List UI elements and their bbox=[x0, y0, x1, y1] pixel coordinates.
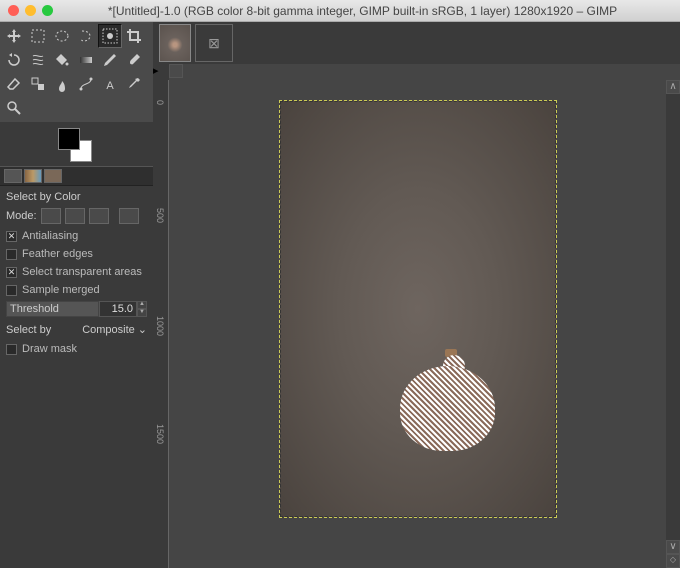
free-select-tool[interactable] bbox=[74, 24, 98, 48]
merged-checkbox[interactable] bbox=[6, 285, 17, 296]
right-scrollbar-area: ∧ ∨ ◇ bbox=[666, 80, 680, 568]
color-picker-tool[interactable] bbox=[122, 72, 146, 96]
tool-options-panel: Select by Color Mode: ✕ Antialiasing Fea… bbox=[0, 186, 153, 361]
nav-preview-button[interactable]: ◇ bbox=[666, 554, 680, 568]
select-by-label: Select by bbox=[6, 324, 51, 336]
crop-tool[interactable] bbox=[122, 24, 146, 48]
maximize-window-button[interactable] bbox=[42, 5, 53, 16]
minimize-window-button[interactable] bbox=[25, 5, 36, 16]
rotate-tool[interactable] bbox=[2, 48, 26, 72]
path-tool[interactable] bbox=[74, 72, 98, 96]
smudge-tool[interactable] bbox=[50, 72, 74, 96]
threshold-label: Threshold bbox=[6, 301, 99, 317]
transparent-label: Select transparent areas bbox=[22, 266, 142, 278]
eraser-tool[interactable] bbox=[2, 72, 26, 96]
window-controls bbox=[8, 5, 53, 16]
select-by-dropdown[interactable]: Composite ⌄ bbox=[82, 323, 147, 336]
quick-mask-toggle[interactable] bbox=[169, 64, 183, 78]
image-window: ⊠ ▸ -500 0 500 1000 1500 0 500 1000 1500 bbox=[153, 22, 680, 568]
warp-tool[interactable] bbox=[26, 48, 50, 72]
images-tab[interactable] bbox=[44, 169, 62, 183]
draw-mask-label: Draw mask bbox=[22, 343, 77, 355]
toolbox-panel: A Select by Color Mode: bbox=[0, 22, 153, 568]
threshold-up[interactable]: ▲ bbox=[137, 301, 147, 309]
threshold-value[interactable]: 15.0 bbox=[99, 301, 137, 317]
threshold-down[interactable]: ▼ bbox=[137, 309, 147, 317]
mode-intersect[interactable] bbox=[119, 208, 139, 224]
mode-add[interactable] bbox=[65, 208, 85, 224]
image-thumbnail[interactable] bbox=[159, 24, 191, 62]
antialiasing-checkbox[interactable]: ✕ bbox=[6, 231, 17, 242]
svg-text:A: A bbox=[106, 80, 114, 92]
feather-label: Feather edges bbox=[22, 248, 93, 260]
scroll-down-button[interactable]: ∨ bbox=[666, 540, 680, 554]
antialiasing-label: Antialiasing bbox=[22, 230, 78, 242]
ruler-origin[interactable]: ▸ bbox=[153, 64, 169, 80]
image-tabs: ⊠ bbox=[153, 22, 680, 64]
canvas-area[interactable] bbox=[169, 80, 666, 568]
bucket-fill-tool[interactable] bbox=[50, 48, 74, 72]
toolbox: A bbox=[0, 22, 153, 122]
text-tool[interactable]: A bbox=[98, 72, 122, 96]
draw-mask-checkbox[interactable] bbox=[6, 344, 17, 355]
feather-checkbox[interactable] bbox=[6, 249, 17, 260]
titlebar: *[Untitled]-1.0 (RGB color 8-bit gamma i… bbox=[0, 0, 680, 22]
panel-tabs bbox=[0, 166, 153, 186]
ellipse-select-tool[interactable] bbox=[50, 24, 74, 48]
paintbrush-tool[interactable] bbox=[122, 48, 146, 72]
foreground-color[interactable] bbox=[58, 128, 80, 150]
tool-options-tab[interactable] bbox=[4, 169, 22, 183]
rect-select-tool[interactable] bbox=[26, 24, 50, 48]
vertical-ruler[interactable]: 0 500 1000 1500 bbox=[153, 80, 169, 568]
mode-subtract[interactable] bbox=[89, 208, 109, 224]
panel-title: Select by Color bbox=[6, 189, 147, 205]
merged-label: Sample merged bbox=[22, 284, 100, 296]
scroll-up-button[interactable]: ∧ bbox=[666, 80, 680, 94]
canvas[interactable] bbox=[279, 100, 557, 518]
select-by-color-tool[interactable] bbox=[98, 24, 122, 48]
device-status-tab[interactable] bbox=[24, 169, 42, 183]
pencil-tool[interactable] bbox=[98, 48, 122, 72]
window-title: *[Untitled]-1.0 (RGB color 8-bit gamma i… bbox=[53, 4, 672, 18]
color-swatches bbox=[0, 122, 153, 166]
gradient-tool[interactable] bbox=[74, 48, 98, 72]
clone-tool[interactable] bbox=[26, 72, 50, 96]
selection-marquee bbox=[395, 351, 500, 456]
mode-replace[interactable] bbox=[41, 208, 61, 224]
transparent-checkbox[interactable]: ✕ bbox=[6, 267, 17, 278]
vertical-scrollbar[interactable] bbox=[666, 94, 680, 540]
move-tool[interactable] bbox=[2, 24, 26, 48]
zoom-tool[interactable] bbox=[2, 96, 26, 120]
close-image-button[interactable]: ⊠ bbox=[195, 24, 233, 62]
mode-label: Mode: bbox=[6, 210, 37, 222]
chevron-down-icon: ⌄ bbox=[138, 323, 147, 336]
close-window-button[interactable] bbox=[8, 5, 19, 16]
